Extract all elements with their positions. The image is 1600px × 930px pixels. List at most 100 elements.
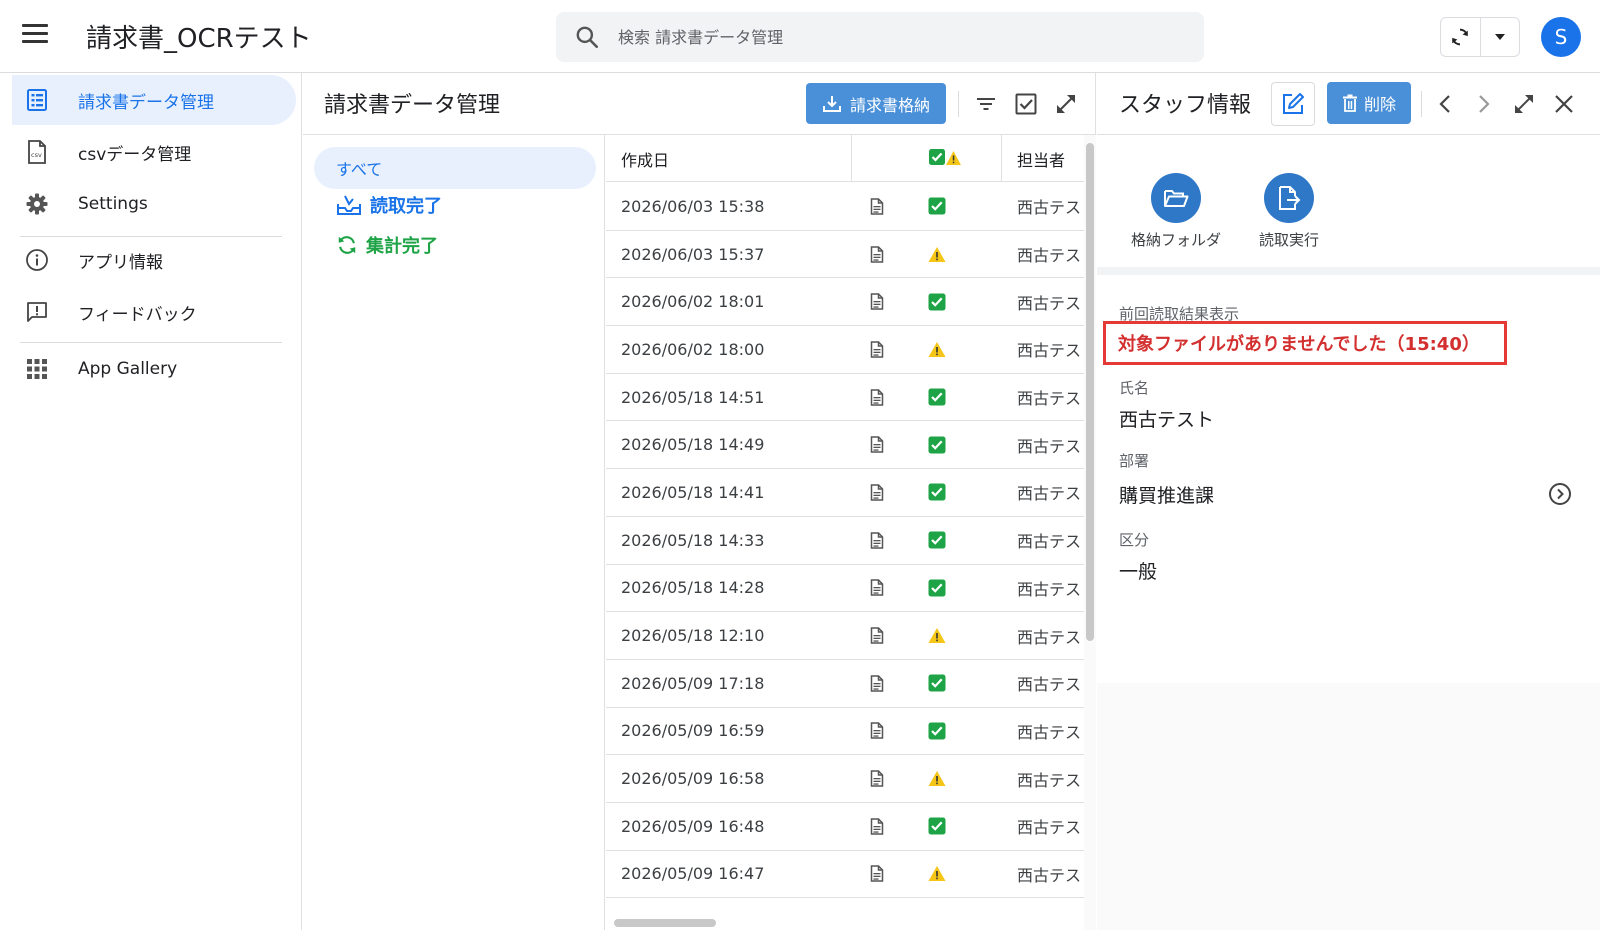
check-icon [902,803,1002,850]
previous-record-button[interactable] [1430,89,1460,119]
table-row[interactable]: 2026/05/09 16:48 西古テスト [606,803,1084,851]
cell-created-date: 2026/05/09 16:47 [621,864,765,884]
document-icon[interactable] [852,612,902,659]
toolbar-separator [958,91,959,117]
delete-label: 削除 [1363,95,1396,114]
cell-owner: 西古テスト [1017,675,1084,695]
table-row[interactable]: 2026/06/03 15:38 西古テスト [606,183,1084,231]
document-icon[interactable] [852,565,902,612]
table-row[interactable]: 2026/05/09 16:59 西古テスト [606,708,1084,756]
name-label: 氏名 [1119,379,1150,397]
document-icon[interactable] [852,803,902,850]
cell-owner: 西古テスト [1017,818,1084,838]
staff-details: 前回読取結果表示 対象ファイルがありませんでした（15:40） 氏名 西古テスト… [1097,283,1600,683]
edit-button[interactable] [1271,82,1315,126]
table-row[interactable]: 2026/06/02 18:01 西古テスト [606,278,1084,327]
select-checkbox-button[interactable] [1011,89,1041,119]
invoice-list-panel: 請求書データ管理 請求書格納 すべて 読取完了 集計完了 作成日 担当者 202… [303,73,1096,930]
table-row[interactable]: 2026/05/18 14:49 西古テスト [606,421,1084,470]
search-bar[interactable] [556,12,1204,62]
document-icon[interactable] [852,421,902,468]
menu-icon[interactable] [22,24,48,46]
column-header-status[interactable] [902,135,1002,182]
run-read-action[interactable]: 読取実行 [1234,173,1344,250]
document-icon[interactable] [852,708,902,755]
panel-header: 請求書データ管理 請求書格納 [303,73,1096,135]
document-icon[interactable] [852,755,902,802]
category-label: 区分 [1119,531,1150,549]
table-row[interactable]: 2026/05/09 17:18 西古テスト [606,660,1084,708]
vertical-scrollbar[interactable] [1084,135,1096,930]
document-icon[interactable] [852,469,902,516]
last-result-alert: 対象ファイルがありませんでした（15:40） [1103,321,1507,365]
nav-item-feedback[interactable]: フィードバック [12,287,296,337]
column-header-date[interactable]: 作成日 [606,135,852,182]
nav-item-app-info[interactable]: アプリ情報 [12,235,296,285]
search-icon [574,24,600,54]
next-record-button[interactable] [1469,89,1499,119]
filter-aggregate-done[interactable]: 集計完了 [336,230,438,260]
document-icon[interactable] [852,183,902,230]
document-icon[interactable] [852,517,902,564]
chevron-right-circle-icon[interactable] [1549,483,1571,505]
refresh-icon [338,236,356,254]
nav-item-csv-data[interactable]: csv csvデータ管理 [12,127,296,177]
search-input[interactable] [618,22,1178,52]
warning-icon [902,851,1002,898]
storage-folder-action[interactable]: 格納フォルダ [1121,173,1231,250]
close-button[interactable] [1549,89,1579,119]
check-icon [902,421,1002,468]
check-icon [902,374,1002,421]
expand-button[interactable] [1509,89,1539,119]
warning-icon [902,326,1002,373]
table-row[interactable]: 2026/05/18 14:33 西古テスト [606,517,1084,565]
cell-owner: 西古テスト [1017,532,1084,552]
table-row[interactable]: 2026/06/02 18:00 西古テスト [606,326,1084,374]
store-invoice-label: 請求書格納 [849,95,930,115]
document-icon[interactable] [852,231,902,278]
table-row[interactable]: 2026/05/18 14:41 西古テスト [606,469,1084,517]
cell-created-date: 2026/05/18 14:28 [621,578,765,598]
warning-icon [902,231,1002,278]
nav-item-label: フィードバック [78,304,197,325]
table-row[interactable]: 2026/06/03 15:37 西古テスト [606,231,1084,279]
store-invoice-button[interactable]: 請求書格納 [806,83,946,124]
sync-icon [1452,28,1469,46]
info-icon [24,247,50,273]
document-icon[interactable] [852,374,902,421]
nav-item-label: 請求書データ管理 [78,92,214,113]
warning-icon [902,755,1002,802]
nav-item-invoice-data[interactable]: 請求書データ管理 [12,75,296,125]
checkbox-icon [1015,93,1037,115]
nav-item-settings[interactable]: Settings [12,179,296,229]
document-icon[interactable] [852,660,902,707]
document-icon[interactable] [852,326,902,373]
document-icon[interactable] [852,851,902,898]
sync-button-group [1440,17,1520,57]
nav-item-app-gallery[interactable]: App Gallery [12,344,296,394]
delete-button[interactable]: 削除 [1327,82,1411,124]
table-row[interactable]: 2026/05/18 14:28 西古テスト [606,565,1084,613]
check-icon [902,278,1002,325]
table-row[interactable]: 2026/05/09 16:47 西古テスト [606,851,1084,899]
name-value: 西古テスト [1119,409,1215,431]
filter-lines-icon [977,98,995,110]
sync-dropdown-button[interactable] [1479,18,1520,56]
horizontal-scrollbar[interactable] [606,916,1084,930]
table-row[interactable]: 2026/05/18 14:51 西古テスト [606,374,1084,422]
avatar[interactable]: S [1541,17,1581,57]
table-row[interactable]: 2026/05/09 16:58 西古テスト [606,755,1084,803]
document-icon[interactable] [852,278,902,325]
filter-button[interactable] [971,89,1001,119]
column-header-owner[interactable]: 担当者 [1002,135,1084,182]
check-warning-icon [928,148,962,170]
table-row[interactable]: 2026/05/18 12:10 西古テスト [606,612,1084,660]
sync-button[interactable] [1441,18,1480,56]
nav-item-label: Settings [78,194,148,214]
category-value: 一般 [1119,561,1158,583]
filter-all[interactable]: すべて [314,147,596,189]
panel-title: 請求書データ管理 [324,93,501,118]
cell-owner: 西古テスト [1017,198,1084,218]
filter-read-done[interactable]: 読取完了 [336,190,442,220]
expand-button[interactable] [1051,89,1081,119]
